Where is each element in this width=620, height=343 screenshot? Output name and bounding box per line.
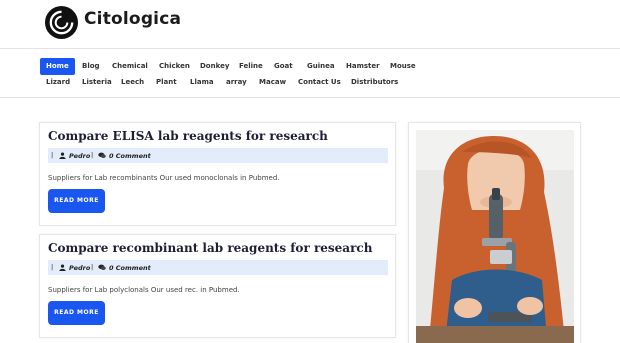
nav-item-donkey[interactable]: Donkey: [194, 58, 235, 75]
meta-separator: |: [91, 263, 94, 271]
sidebar-image-girl-with-microscope[interactable]: [416, 130, 574, 343]
nav-item-lizard[interactable]: Lizard: [40, 74, 76, 91]
post-title[interactable]: Compare recombinant lab reagents for res…: [48, 241, 372, 255]
nav-item-listeria[interactable]: Listeria: [76, 74, 118, 91]
nav-item-home[interactable]: Home: [40, 58, 75, 75]
site-logo-icon[interactable]: [44, 5, 79, 40]
nav-item-distributors[interactable]: Distributors: [345, 74, 404, 91]
comment-icon: [98, 264, 106, 271]
nav-item-goat[interactable]: Goat: [268, 58, 299, 75]
nav-item-array[interactable]: array: [220, 74, 253, 91]
nav-item-plant[interactable]: Plant: [150, 74, 183, 91]
post-author[interactable]: Pedro: [69, 152, 90, 160]
post-card: Compare recombinant lab reagents for res…: [39, 234, 396, 338]
post-excerpt: Suppliers for Lab recombinants Our used …: [48, 174, 280, 182]
nav-item-contact-us[interactable]: Contact Us: [292, 74, 347, 91]
nav-item-macaw[interactable]: Macaw: [253, 74, 292, 91]
post-title[interactable]: Compare ELISA lab reagents for research: [48, 129, 328, 143]
nav-item-blog[interactable]: Blog: [76, 58, 106, 75]
nav-item-feline[interactable]: Feline: [233, 58, 269, 75]
post-comment-count[interactable]: 0 Comment: [109, 152, 151, 160]
comment-icon: [98, 152, 106, 159]
post-meta: | Pedro | 0 Comment: [48, 148, 388, 163]
read-more-button[interactable]: READ MORE: [48, 301, 105, 325]
meta-separator: |: [51, 151, 54, 159]
main-navigation: Home Blog Chemical Chicken Donkey Feline…: [0, 50, 620, 98]
sidebar-widget: [408, 122, 581, 343]
nav-item-leech[interactable]: Leech: [115, 74, 150, 91]
site-title[interactable]: Citologica: [84, 9, 181, 29]
post-comment-count[interactable]: 0 Comment: [109, 264, 151, 272]
post-excerpt: Suppliers for Lab polyclonals Our used r…: [48, 286, 240, 294]
user-icon: [59, 264, 66, 271]
meta-separator: |: [91, 151, 94, 159]
post-meta: | Pedro | 0 Comment: [48, 260, 388, 275]
site-header: Citologica: [0, 0, 620, 49]
post-card: Compare ELISA lab reagents for research …: [39, 122, 396, 226]
nav-item-chicken[interactable]: Chicken: [153, 58, 196, 75]
nav-item-chemical[interactable]: Chemical: [106, 58, 154, 75]
nav-item-llama[interactable]: Llama: [184, 74, 220, 91]
nav-item-hamster[interactable]: Hamster: [340, 58, 386, 75]
meta-separator: |: [51, 263, 54, 271]
post-author[interactable]: Pedro: [69, 264, 90, 272]
read-more-button[interactable]: READ MORE: [48, 189, 105, 213]
nav-item-guinea[interactable]: Guinea: [301, 58, 341, 75]
nav-item-mouse[interactable]: Mouse: [384, 58, 422, 75]
user-icon: [59, 152, 66, 159]
